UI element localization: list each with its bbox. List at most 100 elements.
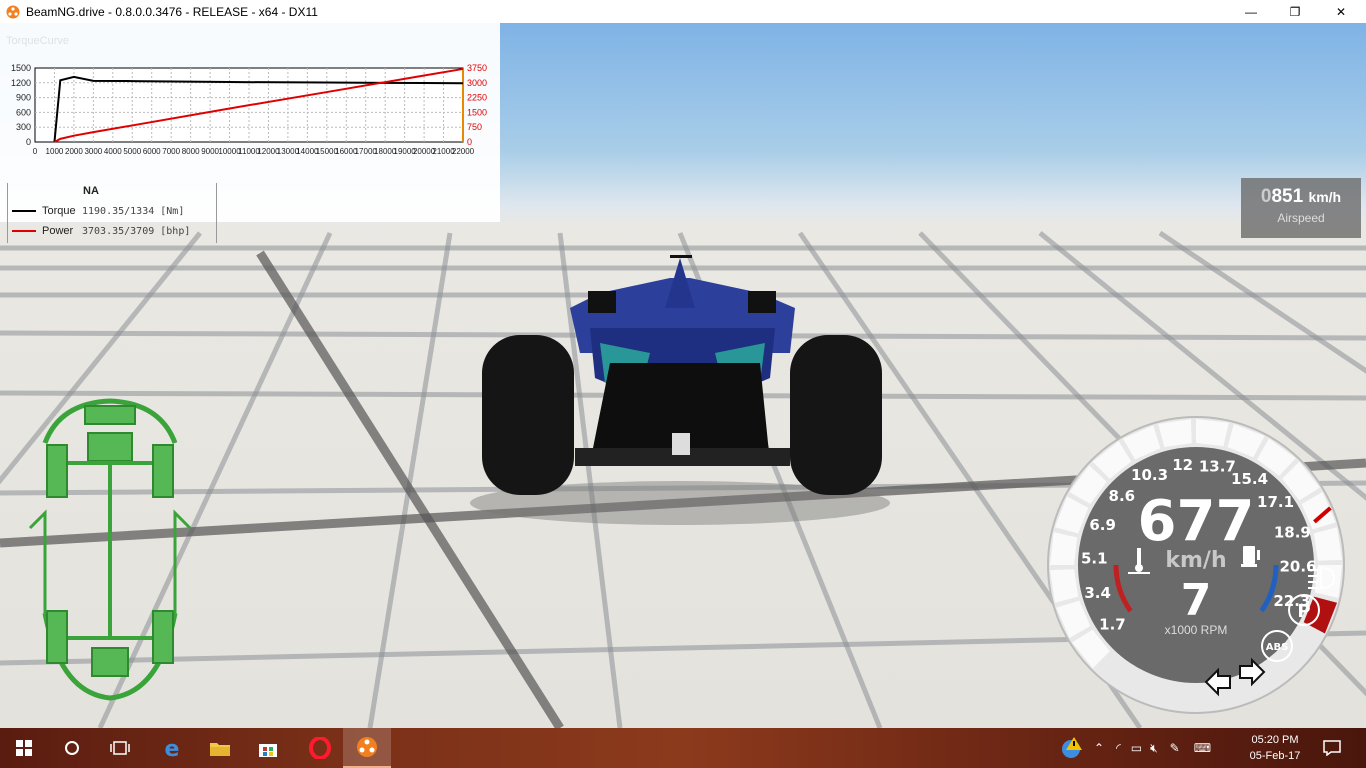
left-axis-tick: 900 bbox=[16, 93, 31, 103]
search-button[interactable] bbox=[48, 728, 96, 768]
panel-title: TorqueCurve bbox=[6, 35, 69, 47]
torque-curve-chart: 150012009006003000375030002250150075000 1… bbox=[11, 63, 487, 156]
rpm-tick-label: 15.4 bbox=[1231, 470, 1268, 488]
window-titlebar: BeamNG.drive - 0.8.0.0.3476 - RELEASE - … bbox=[0, 0, 1366, 23]
rpm-unit: x1000 RPM bbox=[1165, 623, 1228, 637]
airspeed-unit: km/h bbox=[1308, 189, 1342, 205]
abs-label: ABS bbox=[1266, 642, 1289, 653]
power-swatch bbox=[12, 230, 36, 232]
speed-unit: km/h bbox=[1165, 548, 1226, 573]
wifi-icon[interactable]: ◜ bbox=[1116, 741, 1121, 755]
gauge-band-segment bbox=[1050, 532, 1078, 565]
rpm-tick-label: 1.7 bbox=[1099, 616, 1126, 634]
power-legend-row: Power 3703.35/3709 [bhp] bbox=[12, 225, 190, 237]
x-axis-tick: 3000 bbox=[84, 147, 102, 156]
parking-label: P bbox=[1297, 601, 1310, 622]
x-axis-tick: 1000 bbox=[46, 147, 64, 156]
update-warning-icon[interactable] bbox=[1060, 736, 1084, 760]
power-value: 3703.35/3709 [bhp] bbox=[82, 225, 191, 237]
task-view-button[interactable] bbox=[96, 728, 144, 768]
minimize-button[interactable]: — bbox=[1228, 0, 1274, 23]
x-axis-tick: 2000 bbox=[65, 147, 83, 156]
right-axis-tick: 0 bbox=[467, 137, 472, 147]
torque-label: Torque bbox=[42, 205, 76, 217]
pen-icon[interactable]: ✎ bbox=[1170, 741, 1180, 755]
x-axis-tick: 9000 bbox=[201, 147, 219, 156]
store-bag-icon bbox=[259, 744, 277, 757]
x-axis-tick: 4000 bbox=[104, 147, 122, 156]
task-view-icon bbox=[110, 741, 130, 755]
rpm-tick-label: 17.1 bbox=[1257, 493, 1294, 511]
rpm-tick-label: 12 bbox=[1172, 456, 1193, 474]
right-axis-tick: 1500 bbox=[467, 107, 487, 117]
tray-chevron-up-icon[interactable]: ⌃ bbox=[1094, 741, 1104, 755]
gauge-band-segment bbox=[1196, 419, 1229, 447]
folder-icon bbox=[210, 743, 230, 756]
taskbar-beamng[interactable] bbox=[343, 728, 391, 768]
left-axis-tick: 1500 bbox=[11, 63, 31, 73]
taskbar-edge[interactable]: e bbox=[148, 728, 196, 768]
x-axis-tick: 7000 bbox=[162, 147, 180, 156]
right-axis-tick: 2250 bbox=[467, 93, 487, 103]
drivetrain-diagram bbox=[28, 398, 192, 701]
rpm-tick-label: 8.6 bbox=[1109, 487, 1136, 505]
engine-name: NA bbox=[83, 185, 99, 197]
cortana-circle-icon bbox=[65, 741, 79, 755]
windows-taskbar: e ⌃ ◜ ▭ 🔇︎ ✎ ⌨ 05:20 PM 05-Feb-17 bbox=[0, 728, 1366, 768]
left-axis-tick: 300 bbox=[16, 122, 31, 132]
rpm-tick-label: 6.9 bbox=[1089, 516, 1116, 534]
right-axis-tick: 3000 bbox=[467, 78, 487, 88]
right-axis-tick: 3750 bbox=[467, 63, 487, 73]
speed-value: 677 bbox=[1138, 489, 1255, 554]
torque-value: 1190.35/1334 [Nm] bbox=[82, 205, 185, 217]
taskbar-file-explorer[interactable] bbox=[196, 728, 244, 768]
beamng-taskbar-icon bbox=[357, 737, 377, 757]
right-axis-tick: 750 bbox=[467, 122, 482, 132]
x-axis-tick: 8000 bbox=[182, 147, 200, 156]
x-axis-tick: 0 bbox=[33, 147, 38, 156]
x-axis-tick: 22000 bbox=[452, 147, 475, 156]
rpm-tick-label: 18.9 bbox=[1274, 524, 1311, 542]
power-label: Power bbox=[42, 225, 74, 237]
edge-browser-icon: e bbox=[165, 737, 180, 759]
close-button[interactable]: ✕ bbox=[1318, 0, 1364, 23]
engine-legend: NA Torque 1190.35/1334 [Nm] Power 3703.3… bbox=[7, 183, 217, 243]
clock-date: 05-Feb-17 bbox=[1249, 750, 1301, 762]
rpm-tick-label: 5.1 bbox=[1081, 550, 1108, 568]
speedometer-gauge: 1.73.45.16.98.610.312 13.715.417.118.920.… bbox=[1047, 416, 1345, 714]
clock-time: 05:20 PM bbox=[1251, 734, 1299, 746]
beamng-app-icon bbox=[6, 5, 20, 18]
rpm-tick-label: 20.6 bbox=[1279, 558, 1316, 576]
maximize-button[interactable]: ❐ bbox=[1272, 0, 1318, 23]
opera-icon bbox=[309, 737, 331, 759]
window-title: BeamNG.drive - 0.8.0.0.3476 - RELEASE - … bbox=[26, 4, 318, 19]
windows-logo-icon bbox=[16, 740, 32, 756]
svg-text:e: e bbox=[165, 737, 180, 759]
start-button[interactable] bbox=[0, 728, 48, 768]
keyboard-icon[interactable]: ⌨ bbox=[1194, 741, 1211, 755]
system-tray: ⌃ ◜ ▭ 🔇︎ ✎ ⌨ bbox=[1060, 728, 1211, 768]
action-center-button[interactable] bbox=[1312, 728, 1352, 768]
airspeed-value: 851 bbox=[1271, 186, 1304, 207]
torque-legend-row: Torque 1190.35/1334 [Nm] bbox=[12, 205, 184, 217]
torque-swatch bbox=[12, 210, 36, 212]
taskbar-store[interactable] bbox=[244, 728, 292, 768]
airspeed-label: Airspeed bbox=[1277, 211, 1325, 225]
left-axis-tick: 0 bbox=[26, 137, 31, 147]
airspeed-leading-zero: 0 bbox=[1260, 186, 1272, 207]
airspeed-readout: 0851 km/h bbox=[1241, 186, 1361, 208]
left-axis-tick: 1200 bbox=[11, 78, 31, 88]
volume-muted-icon[interactable]: 🔇︎ bbox=[1150, 741, 1158, 756]
torque-curve-panel: TorqueCurve 1500 1200 900 600 300 0 3750 3000 22… bbox=[0, 23, 500, 243]
airspeed-widget: 0851 km/h Airspeed bbox=[1241, 178, 1361, 238]
taskbar-opera[interactable] bbox=[296, 728, 344, 768]
x-axis-tick: 6000 bbox=[143, 147, 161, 156]
race-car bbox=[482, 255, 882, 495]
x-axis-tick: 5000 bbox=[123, 147, 141, 156]
taskbar-clock[interactable]: 05:20 PM 05-Feb-17 bbox=[1240, 732, 1310, 764]
gear-indicator: 7 bbox=[1181, 575, 1212, 626]
rpm-tick-label: 10.3 bbox=[1131, 466, 1168, 484]
left-axis-tick: 600 bbox=[16, 107, 31, 117]
battery-icon[interactable]: ▭ bbox=[1131, 741, 1142, 755]
notification-icon bbox=[1323, 740, 1341, 756]
